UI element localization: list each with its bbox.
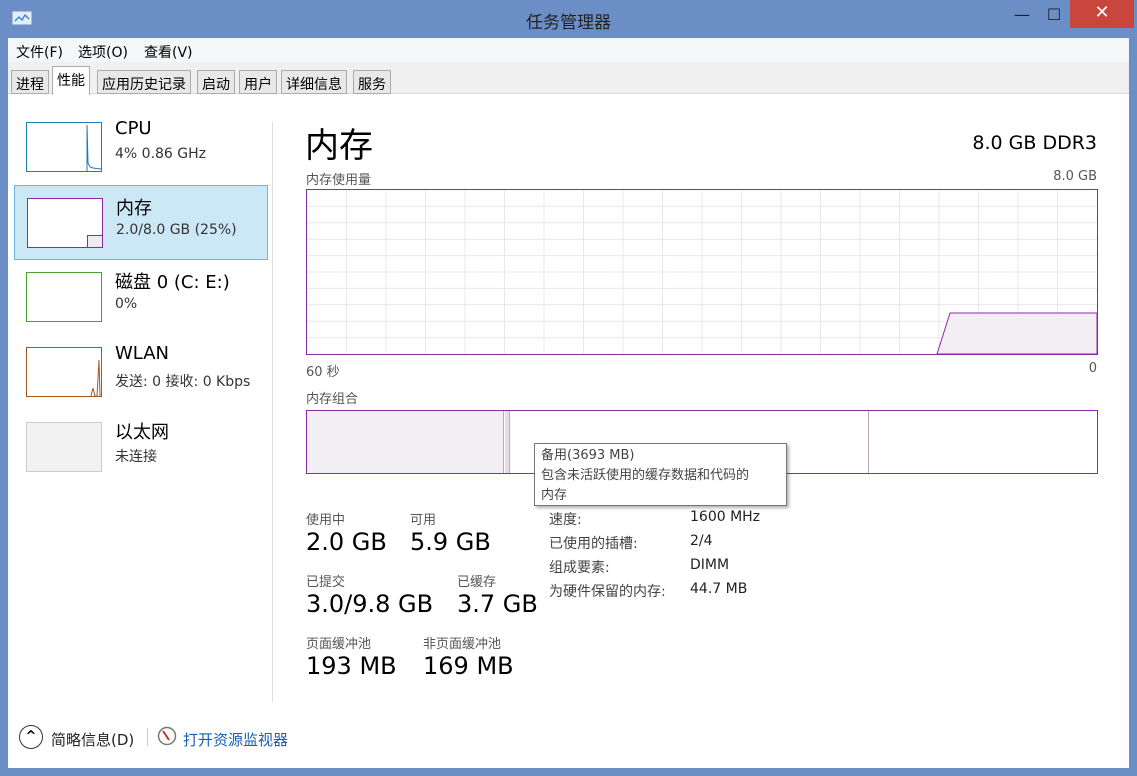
memory-usage-graph bbox=[306, 189, 1098, 355]
tooltip-title: 备用(3693 MB) bbox=[541, 448, 635, 463]
tab-performance[interactable]: 性能 bbox=[52, 66, 90, 95]
title-bar: 任务管理器 — ☐ ✕ bbox=[0, 0, 1137, 38]
menu-view[interactable]: 查看(V) bbox=[144, 42, 193, 62]
prop-label: 组成要素: bbox=[549, 560, 610, 576]
usage-max: 8.0 GB bbox=[1053, 169, 1097, 184]
close-button[interactable]: ✕ bbox=[1070, 0, 1134, 28]
divider bbox=[272, 122, 273, 702]
sidebar-label: 内存 bbox=[116, 198, 152, 219]
prop-reserved: 44.7 MB bbox=[690, 581, 748, 597]
menu-options[interactable]: 选项(O) bbox=[78, 42, 128, 62]
prop-form-factor: DIMM bbox=[690, 557, 730, 573]
stat-cached: 3.7 GB bbox=[457, 590, 538, 618]
disk-thumbnail bbox=[26, 272, 102, 322]
sidebar-label: 以太网 bbox=[115, 422, 169, 443]
tab-details[interactable]: 详细信息 bbox=[281, 70, 347, 94]
stat-label: 已缓存 bbox=[457, 575, 497, 590]
sidebar-item-ethernet[interactable]: 以太网 未连接 bbox=[14, 410, 268, 485]
tab-bar: 进程 性能 应用历史记录 启动 用户 详细信息 服务 bbox=[8, 62, 1129, 95]
usage-label: 内存使用量 bbox=[306, 173, 372, 188]
sidebar-sublabel: 4% 0.86 GHz bbox=[115, 146, 207, 162]
tab-processes[interactable]: 进程 bbox=[11, 70, 49, 94]
sidebar-sublabel: 未连接 bbox=[115, 449, 157, 465]
usage-series bbox=[936, 312, 1097, 354]
fewer-details-button[interactable]: 简略信息(D) bbox=[51, 729, 134, 750]
sidebar-label: 磁盘 0 (C: E:) bbox=[115, 272, 230, 293]
stat-paged-pool: 193 MB bbox=[306, 652, 397, 680]
prop-slots: 2/4 bbox=[690, 533, 713, 549]
free-segment[interactable] bbox=[870, 411, 1097, 473]
tooltip-text: 内存 bbox=[541, 488, 568, 503]
sidebar-sublabel: 发送: 0 接收: 0 Kbps bbox=[115, 374, 251, 390]
sidebar-label: CPU bbox=[115, 118, 152, 139]
sidebar-label: WLAN bbox=[115, 343, 170, 364]
divider bbox=[147, 728, 148, 746]
menu-file[interactable]: 文件(F) bbox=[16, 42, 63, 62]
tooltip-text: 包含未活跃使用的缓存数据和代码的 bbox=[541, 468, 750, 483]
stat-label: 页面缓冲池 bbox=[306, 637, 372, 652]
sidebar-item-memory[interactable]: 内存 2.0/8.0 GB (25%) bbox=[14, 185, 268, 260]
stat-in-use: 2.0 GB bbox=[306, 528, 387, 556]
stat-committed: 3.0/9.8 GB bbox=[306, 590, 434, 618]
sidebar-sublabel: 0% bbox=[115, 296, 138, 312]
prop-label: 已使用的插槽: bbox=[549, 536, 638, 552]
stat-available: 5.9 GB bbox=[410, 528, 491, 556]
sidebar-item-wlan[interactable]: WLAN 发送: 0 接收: 0 Kbps bbox=[14, 335, 268, 410]
ethernet-thumbnail bbox=[26, 422, 102, 472]
stat-label: 已提交 bbox=[306, 575, 346, 590]
prop-speed: 1600 MHz bbox=[690, 509, 761, 525]
chevron-up-icon[interactable]: ^ bbox=[19, 725, 43, 749]
menu-bar: 文件(F) 选项(O) 查看(V) bbox=[8, 38, 1129, 62]
window-title: 任务管理器 bbox=[526, 13, 611, 33]
modified-segment[interactable] bbox=[505, 411, 510, 473]
stat-label: 非页面缓冲池 bbox=[423, 637, 502, 652]
memory-spec: 8.0 GB DDR3 bbox=[972, 132, 1097, 154]
stat-label: 使用中 bbox=[306, 513, 346, 528]
cpu-thumbnail bbox=[26, 122, 102, 172]
sidebar-item-disk[interactable]: 磁盘 0 (C: E:) 0% bbox=[14, 260, 268, 335]
tab-users[interactable]: 用户 bbox=[239, 70, 277, 94]
stat-nonpaged-pool: 169 MB bbox=[423, 652, 514, 680]
x-axis-right: 0 bbox=[1088, 361, 1097, 376]
prop-label: 为硬件保留的内存: bbox=[549, 584, 666, 600]
tab-services[interactable]: 服务 bbox=[353, 70, 391, 94]
in-use-segment[interactable] bbox=[307, 411, 504, 473]
prop-label: 速度: bbox=[549, 512, 582, 528]
open-resource-monitor-link[interactable]: 打开资源监视器 bbox=[183, 729, 288, 750]
page-title: 内存 bbox=[305, 126, 373, 166]
composition-label: 内存组合 bbox=[306, 392, 359, 407]
tab-startup[interactable]: 启动 bbox=[197, 70, 235, 94]
maximize-button[interactable]: ☐ bbox=[1034, 2, 1074, 28]
x-axis-left: 60 秒 bbox=[306, 365, 340, 380]
tooltip: 备用(3693 MB) 包含未活跃使用的缓存数据和代码的 内存 bbox=[534, 443, 787, 506]
memory-thumbnail bbox=[27, 198, 103, 248]
stat-label: 可用 bbox=[410, 513, 437, 528]
sidebar-item-cpu[interactable]: CPU 4% 0.86 GHz bbox=[14, 110, 268, 185]
wlan-thumbnail bbox=[26, 347, 102, 397]
resource-monitor-icon bbox=[157, 726, 177, 746]
sidebar-sublabel: 2.0/8.0 GB (25%) bbox=[116, 222, 237, 238]
tab-app-history[interactable]: 应用历史记录 bbox=[97, 70, 191, 94]
